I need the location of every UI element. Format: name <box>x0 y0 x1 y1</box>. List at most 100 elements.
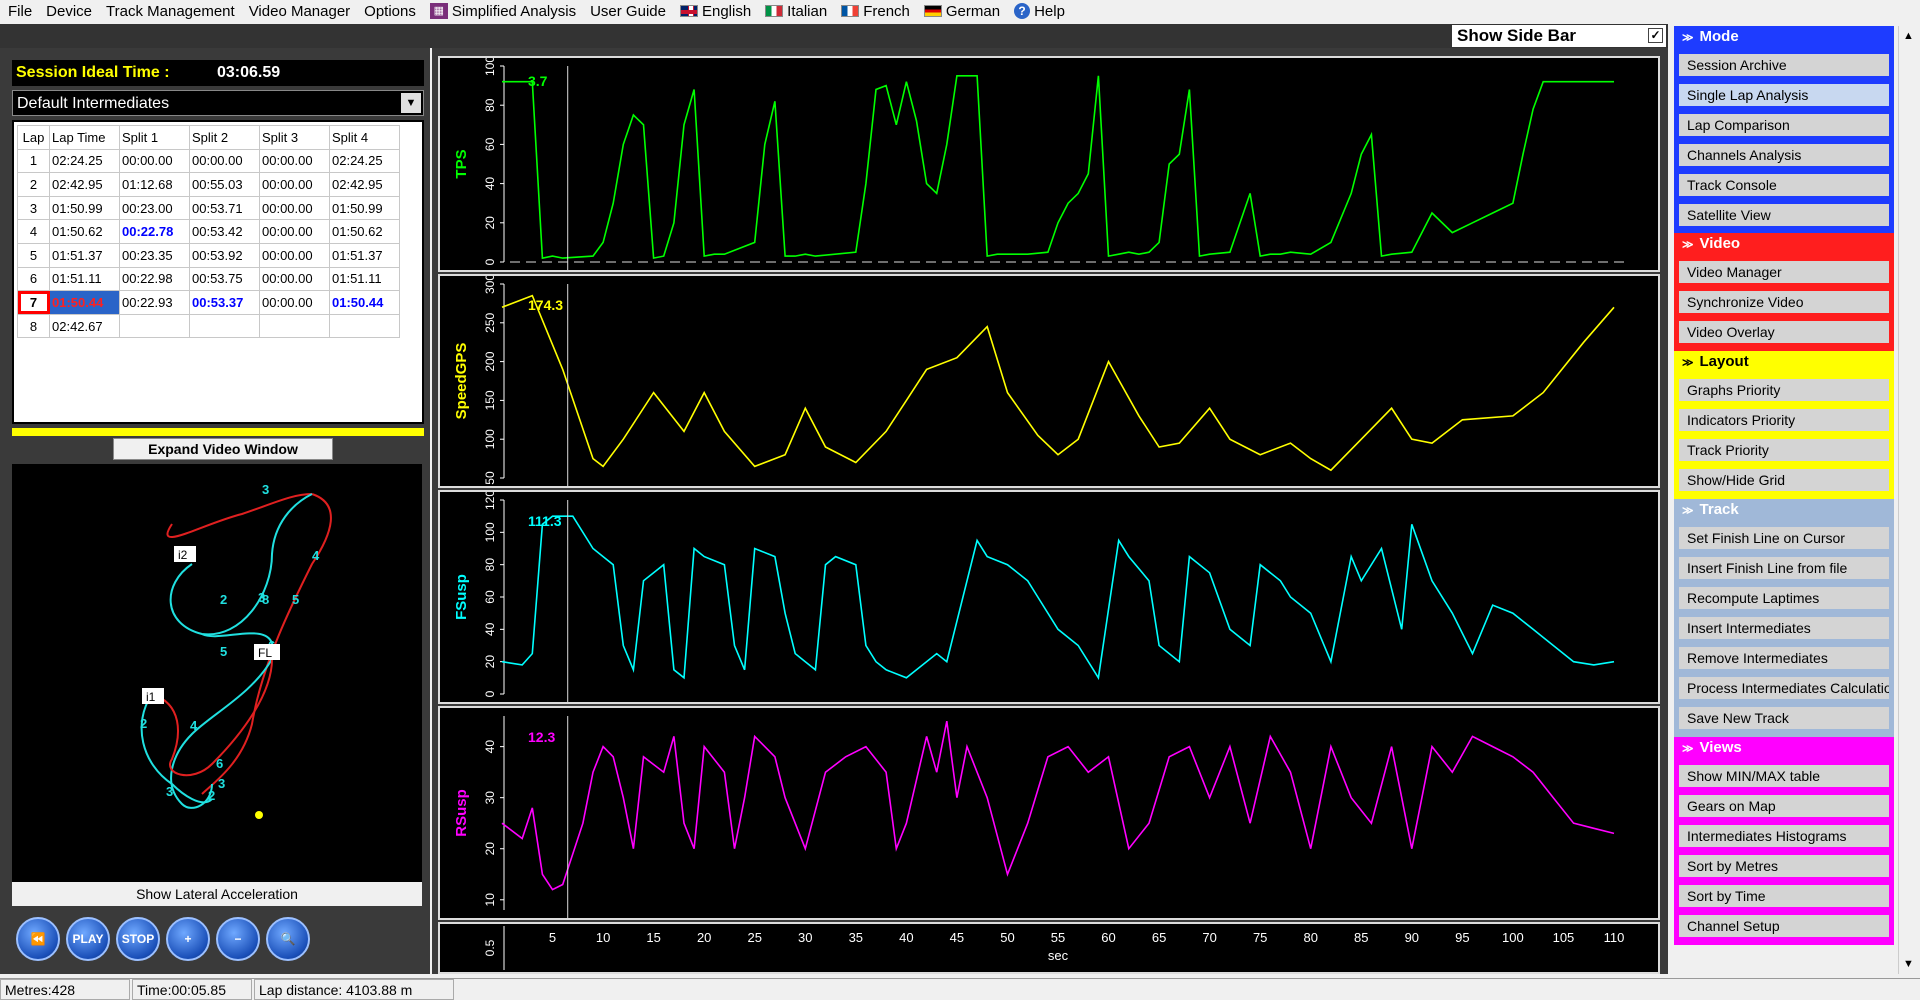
sidebar-item-indicators-priority[interactable]: Indicators Priority <box>1677 407 1891 433</box>
group-header-video[interactable]: ≫ Video <box>1674 233 1894 255</box>
y-tick-label: 40 <box>483 740 497 754</box>
table-row[interactable]: 3 01:50.99 00:23.00 00:53.71 00:00.00 01:50.9… <box>17 195 400 221</box>
table-row[interactable]: 8 02:42.67 <box>17 313 400 339</box>
sidebar-item-insert-finish-line[interactable]: Insert Finish Line from file <box>1677 555 1891 581</box>
zoom-out-button[interactable]: − <box>216 917 260 961</box>
sidebar-item-set-finish-line[interactable]: Set Finish Line on Cursor <box>1677 525 1891 551</box>
sidebar-item-sort-by-time[interactable]: Sort by Time <box>1677 883 1891 909</box>
group-header-layout[interactable]: ≫ Layout <box>1674 351 1894 373</box>
menu-english[interactable]: English <box>676 3 761 20</box>
header-split-2[interactable]: Split 2 <box>189 125 260 150</box>
x-tick-label: 50 <box>1000 930 1014 945</box>
y-tick-label: 100 <box>483 58 497 76</box>
sidebar-item-satellite-view[interactable]: Satellite View <box>1677 202 1891 228</box>
header-lap[interactable]: Lap <box>17 125 50 150</box>
header-split-1[interactable]: Split 1 <box>119 125 190 150</box>
series-line-rsusp <box>501 720 1615 891</box>
sidebar-item-synchronize-video[interactable]: Synchronize Video <box>1677 289 1891 315</box>
show-lateral-acceleration[interactable]: Show Lateral Acceleration <box>12 882 422 906</box>
cell: 01:12.68 <box>119 172 190 197</box>
show-side-bar-checkbox[interactable]: ✓ <box>1648 28 1663 43</box>
expand-video-button[interactable]: Expand Video Window <box>113 438 333 460</box>
sidebar-item-insert-intermediates[interactable]: Insert Intermediates <box>1677 615 1891 641</box>
menu-help[interactable]: ? Help <box>1010 3 1075 20</box>
table-row[interactable]: 4 01:50.62 00:22.78 00:53.42 00:00.00 01:50.6… <box>17 219 400 244</box>
table-row-selected[interactable]: 7 01:50.44 00:22.93 00:53.37 00:00.00 01:50.4… <box>17 290 400 315</box>
sidebar-item-intermediates-histograms[interactable]: Intermediates Histograms <box>1677 823 1891 849</box>
cell: 3 <box>17 195 50 221</box>
sidebar-scrollbar[interactable]: ▲ ▼ <box>1898 26 1920 974</box>
sidebar-item-video-overlay[interactable]: Video Overlay <box>1677 319 1891 345</box>
sidebar-item-show-min-max[interactable]: Show MIN/MAX table <box>1677 763 1891 789</box>
menu-simplified-analysis[interactable]: ▦ Simplified Analysis <box>426 3 586 20</box>
sidebar-item-graphs-priority[interactable]: Graphs Priority <box>1677 377 1891 403</box>
menu-device[interactable]: Device <box>42 3 102 20</box>
group-header-mode[interactable]: ≫ Mode <box>1674 26 1894 48</box>
header-split-4[interactable]: Split 4 <box>329 125 400 150</box>
map-number: 6 <box>216 756 223 771</box>
table-row[interactable]: 5 01:51.37 00:23.35 00:53.92 00:00.00 01:51.3… <box>17 242 400 268</box>
play-button[interactable]: PLAY <box>66 917 110 961</box>
scroll-down-icon[interactable]: ▼ <box>1903 958 1914 970</box>
sidebar-item-channels-analysis[interactable]: Channels Analysis <box>1677 142 1891 168</box>
x-tick-label: 30 <box>798 930 812 945</box>
sidebar-item-channel-setup[interactable]: Channel Setup <box>1677 913 1891 939</box>
sidebar-item-save-new-track[interactable]: Save New Track <box>1677 705 1891 731</box>
chevron-down-icon[interactable]: ▼ <box>401 93 421 113</box>
x-tick-label: 25 <box>747 930 761 945</box>
sidebar-item-track-console[interactable]: Track Console <box>1677 172 1891 198</box>
menu-french[interactable]: French <box>837 3 920 20</box>
zoom-in-button[interactable]: + <box>166 917 210 961</box>
table-row[interactable]: 6 01:51.11 00:22.98 00:53.75 00:00.00 01:51.1… <box>17 266 400 292</box>
header-lap-time[interactable]: Lap Time <box>49 125 120 150</box>
menu-track-management[interactable]: Track Management <box>102 3 245 20</box>
lap-table-grid: Lap Lap Time Split 1 Split 2 Split 3 Spl… <box>17 125 400 339</box>
chart-fsusp[interactable]: 0 20 40 60 80 100 120 FSusp 111.3 <box>438 490 1660 704</box>
sidebar-item-recompute-laptimes[interactable]: Recompute Laptimes <box>1677 585 1891 611</box>
y-tick-label: 80 <box>483 558 497 572</box>
chart-svg-speedgps: 50 100 150 200 250 300 SpeedGPS 174.3 <box>453 276 1615 486</box>
series-line-speedgps <box>501 294 1615 472</box>
cell: 00:22.98 <box>119 266 190 292</box>
chart-rsusp[interactable]: 10 20 30 40 RSusp 12.3 <box>438 706 1660 920</box>
track-map[interactable]: 3 4 5 6 2 2 3 5 3 4 6 3 2 8 i2 i1 FL <box>12 464 422 882</box>
zoom-button[interactable]: 🔍 <box>266 917 310 961</box>
intermediates-select[interactable]: Default Intermediates ▼ <box>12 90 424 116</box>
show-side-bar[interactable]: Show Side Bar ✓ <box>1452 25 1666 47</box>
group-header-views[interactable]: ≫ Views <box>1674 737 1894 759</box>
sidebar-group-mode: ≫ Mode Session Archive Single Lap Analysi… <box>1674 26 1894 234</box>
table-row[interactable]: 2 02:42.95 01:12.68 00:55.03 00:00.00 02:42.9… <box>17 172 400 197</box>
sidebar-item-remove-intermediates[interactable]: Remove Intermediates <box>1677 645 1891 671</box>
menu-italian[interactable]: Italian <box>761 3 837 20</box>
sidebar-item-session-archive[interactable]: Session Archive <box>1677 52 1891 78</box>
sidebar-item-gears-on-map[interactable]: Gears on Map <box>1677 793 1891 819</box>
scroll-up-icon[interactable]: ▲ <box>1903 30 1914 42</box>
menu-video-manager[interactable]: Video Manager <box>245 3 360 20</box>
chart-tps[interactable]: 0 20 40 60 80 100 TPS 3.7 <box>438 56 1660 272</box>
table-row[interactable]: 1 02:24.25 00:00.00 00:00.00 00:00.00 02:24.2… <box>17 148 400 174</box>
stop-button[interactable]: STOP <box>116 917 160 961</box>
y-tick-label: 30 <box>483 791 497 805</box>
menu-file[interactable]: File <box>4 3 42 20</box>
sidebar-item-process-intermediates[interactable]: Process Intermediates Calculation <box>1677 675 1891 701</box>
header-split-3[interactable]: Split 3 <box>259 125 330 150</box>
cell: 00:00.00 <box>259 148 330 174</box>
sidebar-item-lap-comparison[interactable]: Lap Comparison <box>1677 112 1891 138</box>
sidebar-item-sort-by-metres[interactable]: Sort by Metres <box>1677 853 1891 879</box>
map-number: 4 <box>190 718 198 733</box>
fl-label: FL <box>258 646 272 660</box>
menu-user-guide[interactable]: User Guide <box>586 3 676 20</box>
sidebar-item-video-manager[interactable]: Video Manager <box>1677 259 1891 285</box>
menu-german[interactable]: German <box>920 3 1010 20</box>
sidebar-item-track-priority[interactable]: Track Priority <box>1677 437 1891 463</box>
sidebar-item-show-hide-grid[interactable]: Show/Hide Grid <box>1677 467 1891 493</box>
cell: 00:00.00 <box>259 290 330 315</box>
menu-options[interactable]: Options <box>360 3 426 20</box>
group-header-track[interactable]: ≫ Track <box>1674 499 1894 521</box>
best-split-cell: 00:53.37 <box>189 290 260 315</box>
chart-speedgps[interactable]: 50 100 150 200 250 300 SpeedGPS 174.3 <box>438 274 1660 488</box>
map-number: 4 <box>312 548 320 563</box>
rewind-button[interactable]: ⏪ <box>16 917 60 961</box>
y-tick-label: 20 <box>483 655 497 669</box>
sidebar-item-single-lap-analysis[interactable]: Single Lap Analysis <box>1677 82 1891 108</box>
